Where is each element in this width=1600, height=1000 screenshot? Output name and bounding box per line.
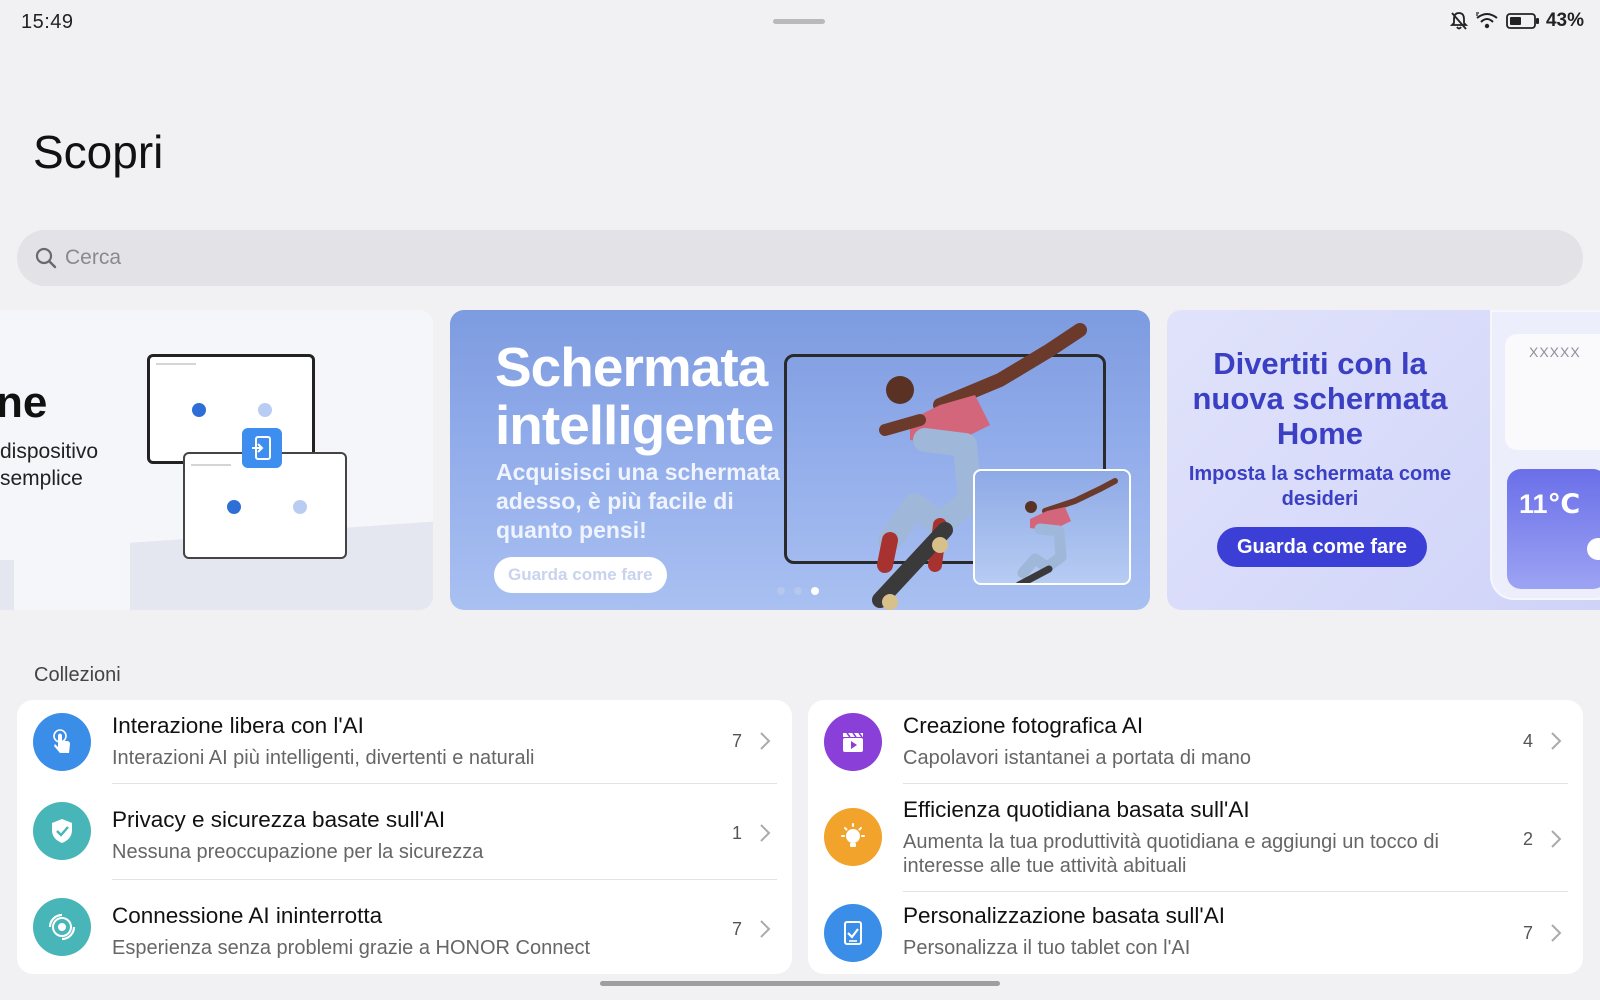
- collection-count: 7: [732, 919, 743, 939]
- banner-device-clone[interactable]: ne dispositivo semplice: [0, 310, 433, 610]
- banner-new-home-screen[interactable]: Divertiti con la nuova schermata Home Im…: [1167, 310, 1600, 610]
- connection-rings-icon: [33, 898, 91, 956]
- lightbulb-icon: [824, 808, 882, 866]
- collection-description: Nessuna preoccupazione per la sicurezza: [112, 841, 484, 863]
- device-dot-icon: [227, 500, 241, 514]
- collection-title: Connessione AI ininterrotta: [112, 903, 383, 928]
- banner-left-subtitle: dispositivo semplice: [0, 438, 98, 492]
- banner-left-title: ne: [0, 378, 48, 427]
- skateboarder-thumbnail-illustration: [1016, 478, 1118, 583]
- collection-row[interactable]: Connessione AI ininterrotta Esperienza s…: [17, 880, 792, 974]
- collection-description: Esperienza senza problemi grazie a HONOR…: [112, 937, 590, 959]
- chevron-right-icon: [1551, 924, 1562, 942]
- banner-center-watch-button[interactable]: Guarda come fare: [494, 557, 667, 593]
- status-icons: 43%: [1449, 10, 1584, 32]
- pagination-dot-active[interactable]: [811, 587, 819, 595]
- shield-check-icon: [33, 802, 91, 860]
- collection-row[interactable]: Privacy e sicurezza basate sull'AI Nessu…: [17, 784, 792, 880]
- collections-label: Collezioni: [34, 664, 121, 686]
- collections-card-right: Creazione fotografica AI Capolavori ista…: [808, 700, 1583, 974]
- mini-text-line: [191, 464, 231, 466]
- collection-count: 7: [1523, 923, 1534, 943]
- collection-description: Capolavori istantanei a portata di mano: [903, 747, 1251, 769]
- banner-center-title-line2: intelligente: [495, 394, 774, 456]
- collection-title: Privacy e sicurezza basate sull'AI: [112, 807, 446, 832]
- weather-widget: 11℃: [1507, 469, 1600, 589]
- collection-title: Creazione fotografica AI: [903, 713, 1144, 738]
- widget-text: XXXXX: [1529, 344, 1581, 360]
- collection-description: Interazioni AI più intelligenti, diverte…: [112, 747, 535, 769]
- battery-icon: [1506, 13, 1539, 29]
- touch-hand-icon: [33, 713, 91, 771]
- tablet-illustration-back: [147, 354, 315, 464]
- widget-card: XXXXX: [1505, 334, 1600, 450]
- status-time: 15:49: [21, 11, 74, 33]
- collection-description: Personalizza il tuo tablet con l'AI: [903, 937, 1191, 959]
- banner-center-title-line1: Schermata: [495, 336, 768, 398]
- page-title: Scopri: [33, 126, 164, 178]
- battery-percentage: 43%: [1545, 10, 1584, 31]
- collection-description: Aumenta la tua produttività quotidiana e…: [903, 831, 1439, 877]
- carousel-pagination[interactable]: [777, 587, 819, 595]
- banner-floor-edge: [0, 560, 14, 610]
- tablet-check-icon: [824, 904, 882, 962]
- collection-row[interactable]: Creazione fotografica AI Capolavori ista…: [808, 700, 1583, 784]
- collection-row[interactable]: Interazione libera con l'AI Interazioni …: [17, 700, 792, 784]
- chevron-right-icon: [760, 824, 771, 842]
- collection-count: 1: [732, 823, 743, 843]
- collections-card-left: Interazione libera con l'AI Interazioni …: [17, 700, 792, 974]
- banner-right-watch-button[interactable]: Guarda come fare: [1217, 527, 1427, 567]
- drag-handle[interactable]: [773, 19, 825, 24]
- pagination-dot[interactable]: [794, 587, 802, 595]
- search-input[interactable]: [65, 246, 1465, 270]
- banner-right-subtitle: Imposta la schermata come desideri: [1188, 463, 1452, 510]
- banner-smart-screenshot[interactable]: Schermata intelligente Acquisisci una sc…: [450, 310, 1150, 610]
- wifi-icon: [1475, 12, 1498, 29]
- device-dot-icon: [192, 403, 206, 417]
- banner-left-subtitle-line: semplice: [0, 467, 83, 490]
- collection-title: Interazione libera con l'AI: [112, 713, 364, 738]
- banner-left-subtitle-line: dispositivo: [0, 440, 99, 463]
- collection-title: Personalizzazione basata sull'AI: [903, 903, 1225, 928]
- collection-title: Efficienza quotidiana basata sull'AI: [903, 797, 1250, 822]
- tablet-illustration-front: [183, 452, 347, 559]
- home-indicator[interactable]: [600, 981, 1000, 986]
- mini-text-line: [156, 363, 196, 365]
- collection-row[interactable]: Personalizzazione basata sull'AI Persona…: [808, 892, 1583, 974]
- collection-count: 7: [732, 731, 743, 751]
- search-bar[interactable]: [17, 230, 1583, 286]
- collection-count: 4: [1523, 731, 1534, 751]
- banner-right-title: Divertiti con la nuova schermata Home: [1192, 346, 1448, 451]
- search-icon: [35, 247, 57, 269]
- clapperboard-icon: [824, 713, 882, 771]
- chevron-right-icon: [1551, 830, 1562, 848]
- pagination-dot[interactable]: [777, 587, 785, 595]
- device-dot-icon: [293, 500, 307, 514]
- collection-count: 2: [1523, 829, 1534, 849]
- device-dot-icon: [258, 403, 272, 417]
- chevron-right-icon: [760, 920, 771, 938]
- screenshot-thumbnail: [973, 469, 1131, 585]
- chevron-right-icon: [1551, 732, 1562, 750]
- banner-center-subtitle: Acquisisci una schermata adesso, è più f…: [496, 459, 780, 543]
- banner-center-title: Schermata intelligente: [495, 336, 774, 456]
- bell-off-icon: [1449, 12, 1468, 30]
- chevron-right-icon: [760, 732, 771, 750]
- collection-row[interactable]: Efficienza quotidiana basata sull'AI Aum…: [808, 784, 1583, 892]
- status-bar: 15:49 43%: [0, 0, 1600, 44]
- weather-temperature: 11℃: [1519, 489, 1581, 519]
- transfer-icon: [242, 428, 282, 468]
